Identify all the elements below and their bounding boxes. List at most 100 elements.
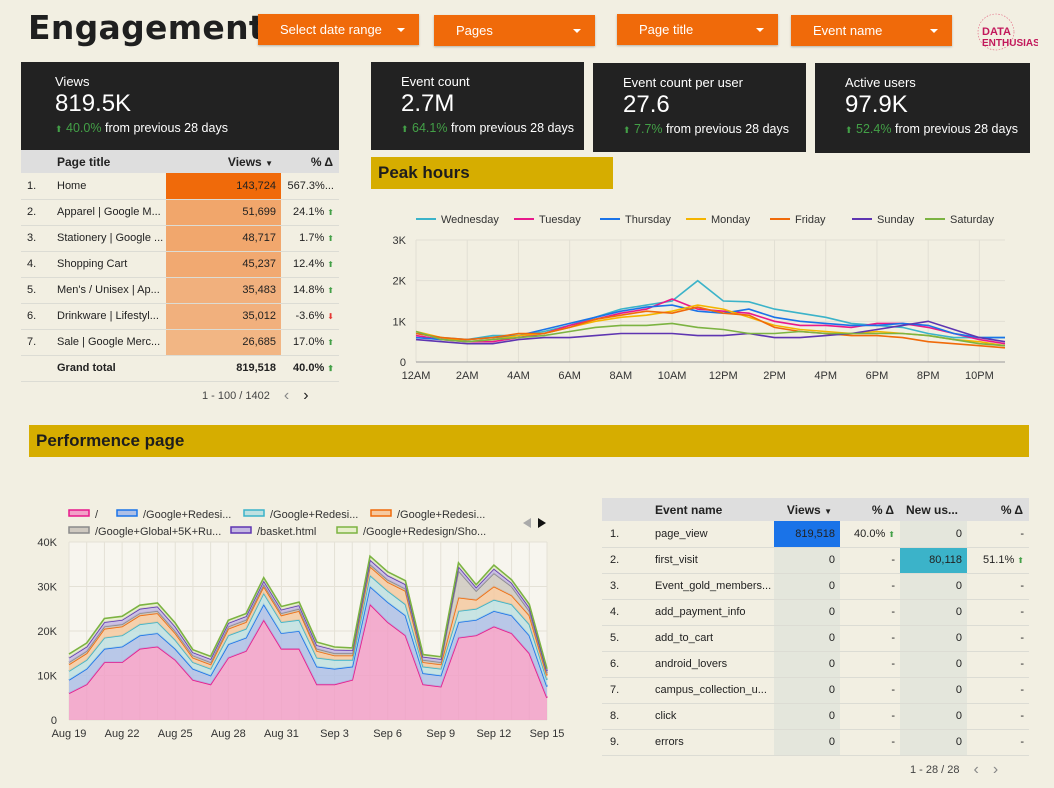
- kpi-delta-suffix: from previous 28 days: [894, 122, 1018, 136]
- legend-item[interactable]: /Google+Redesi...: [370, 509, 485, 521]
- table-row[interactable]: 4. Shopping Cart 45,237 12.4% ⬆: [21, 251, 339, 278]
- column-header-views[interactable]: Views ▼: [774, 498, 840, 521]
- kpi-delta-pct: 7.7%: [634, 122, 663, 136]
- x-tick-label: 8AM: [610, 370, 633, 382]
- legend-label: /basket.html: [257, 526, 316, 538]
- date-range-filter[interactable]: Select date range: [258, 14, 419, 45]
- chevron-down-icon: [930, 28, 938, 33]
- x-tick-label: Sep 9: [426, 728, 455, 740]
- row-users-delta: 51.1% ⬆: [967, 547, 1029, 574]
- table-row[interactable]: 1. page_view 819,518 40.0% ⬆ 0-: [602, 521, 1029, 548]
- page-title-filter[interactable]: Page title: [617, 14, 778, 45]
- y-tick-label: 0: [400, 357, 406, 369]
- row-views: 0: [774, 651, 840, 678]
- legend-item[interactable]: Sunday: [852, 214, 915, 226]
- row-users-delta: -: [967, 573, 1029, 600]
- column-header-delta[interactable]: % Δ: [281, 150, 339, 173]
- chevron-left-icon[interactable]: ‹: [284, 387, 289, 405]
- legend-item[interactable]: /Google+Redesi...: [243, 509, 358, 521]
- arrow-up-icon: ⬆: [327, 286, 334, 295]
- legend-swatch: [243, 509, 265, 517]
- column-header-views[interactable]: Views ▼: [166, 150, 281, 173]
- column-header-users-delta[interactable]: % Δ: [967, 498, 1029, 521]
- legend-item[interactable]: Tuesday: [514, 214, 581, 226]
- chevron-left-icon[interactable]: ‹: [974, 761, 979, 779]
- row-views-delta-value: -: [891, 606, 895, 618]
- table-row[interactable]: 2. Apparel | Google M... 51,699 24.1% ⬆: [21, 199, 339, 226]
- table-row[interactable]: 6. Drinkware | Lifestyl... 35,012 -3.6% ⬇: [21, 303, 339, 330]
- x-tick-label: 4AM: [507, 370, 530, 382]
- table-row[interactable]: 5. add_to_cart 0-0-: [602, 625, 1029, 652]
- arrow-up-icon: ⬆: [623, 125, 631, 135]
- legend-item[interactable]: /Google+Global+5K+Ru...: [68, 526, 221, 538]
- table-row[interactable]: 3. Stationery | Google ... 48,717 1.7% ⬆: [21, 225, 339, 252]
- row-index: 3.: [21, 225, 51, 252]
- legend-item[interactable]: Wednesday: [416, 214, 499, 226]
- kpi-event-count: Event count 2.7M ⬆ 64.1% from previous 2…: [371, 62, 584, 150]
- column-header-views-delta[interactable]: % Δ: [840, 498, 900, 521]
- y-tick-label: 2K: [393, 276, 407, 288]
- row-views: 819,518: [774, 521, 840, 548]
- event-name-filter[interactable]: Event name: [791, 15, 952, 46]
- pages-filter[interactable]: Pages: [434, 15, 595, 46]
- row-views: 0: [774, 703, 840, 730]
- chevron-right-icon[interactable]: ›: [993, 761, 998, 779]
- table-row[interactable]: 7. Sale | Google Merc... 26,685 17.0% ⬆: [21, 329, 339, 356]
- x-tick-label: 2PM: [763, 370, 786, 382]
- column-header-event-name[interactable]: Event name: [647, 498, 774, 521]
- legend-prev-icon[interactable]: [523, 518, 531, 528]
- legend-item[interactable]: Thursday: [600, 214, 671, 226]
- table-row[interactable]: 5. Men's / Unisex | Ap... 35,483 14.8% ⬆: [21, 277, 339, 304]
- legend-label: /Google+Redesi...: [270, 509, 358, 521]
- arrow-up-icon: ⬆: [55, 124, 63, 134]
- row-users-delta-value: -: [1020, 658, 1024, 670]
- legend-item[interactable]: /basket.html: [230, 526, 316, 538]
- y-tick-label: 40K: [37, 537, 57, 549]
- legend-next-icon[interactable]: [538, 518, 546, 528]
- column-header-page-title[interactable]: Page title: [51, 150, 166, 173]
- kpi-delta-suffix: from previous 28 days: [666, 122, 789, 136]
- pages-filter-label: Pages: [456, 23, 493, 38]
- table-row[interactable]: 2. first_visit 0-80,118 51.1% ⬆: [602, 547, 1029, 574]
- row-users-delta-value: -: [1020, 632, 1024, 644]
- row-delta-value: -3.6%: [295, 310, 325, 322]
- legend-item[interactable]: Monday: [686, 214, 751, 226]
- table-row[interactable]: 1. Home 143,724 567.3%...: [21, 173, 339, 200]
- legend-item[interactable]: /: [68, 509, 99, 521]
- x-tick-label: Sep 15: [530, 728, 565, 740]
- table-row[interactable]: 7. campus_collection_u... 0-0-: [602, 677, 1029, 704]
- kpi-label: Event count per user: [623, 75, 743, 90]
- kpi-delta: ⬆ 7.7% from previous 28 days: [623, 122, 806, 136]
- chevron-right-icon[interactable]: ›: [303, 387, 308, 405]
- y-tick-label: 10K: [37, 671, 57, 683]
- table-row[interactable]: 6. android_lovers 0-0-: [602, 651, 1029, 678]
- row-views: 0: [774, 625, 840, 652]
- legend-item[interactable]: Saturday: [925, 214, 995, 226]
- table-row[interactable]: 9. errors 0-0-: [602, 729, 1029, 756]
- row-users-delta-value: -: [1020, 527, 1024, 540]
- sort-desc-icon: ▼: [265, 158, 273, 168]
- grand-total-delta-value: 40.0%: [293, 362, 325, 374]
- legend-item[interactable]: /Google+Redesign/Sho...: [336, 526, 486, 538]
- row-new-users: 0: [900, 729, 967, 756]
- table-row[interactable]: 8. click 0-0-: [602, 703, 1029, 730]
- row-users-delta-value: 51.1%: [983, 554, 1015, 566]
- legend-item[interactable]: Friday: [770, 214, 826, 226]
- table-row[interactable]: 4. add_payment_info 0-0-: [602, 599, 1029, 626]
- row-views-delta: -: [840, 573, 900, 600]
- page-title-filter-label: Page title: [639, 22, 694, 37]
- kpi-active-users: Active users 97.9K ⬆ 52.4% from previous…: [815, 63, 1030, 153]
- legend-swatch: [68, 526, 90, 534]
- y-tick-label: 1K: [393, 316, 407, 328]
- legend-item[interactable]: /Google+Redesi...: [116, 509, 231, 521]
- x-tick-label: 4PM: [814, 370, 837, 382]
- logo-text-data: DATA: [982, 26, 1011, 38]
- kpi-views: Views 819.5K ⬆ 40.0% from previous 28 da…: [21, 62, 339, 150]
- column-header-new-users[interactable]: New us...: [900, 498, 967, 521]
- row-views: 51,699: [166, 199, 281, 226]
- pages-table-pager: 1 - 100 / 1402 ‹ ›: [202, 387, 309, 405]
- table-row[interactable]: 3. Event_gold_members... 0-0-: [602, 573, 1029, 600]
- row-views-delta-value: 40.0%: [854, 527, 886, 540]
- chevron-down-icon: [573, 28, 581, 33]
- row-index: 2.: [21, 199, 51, 226]
